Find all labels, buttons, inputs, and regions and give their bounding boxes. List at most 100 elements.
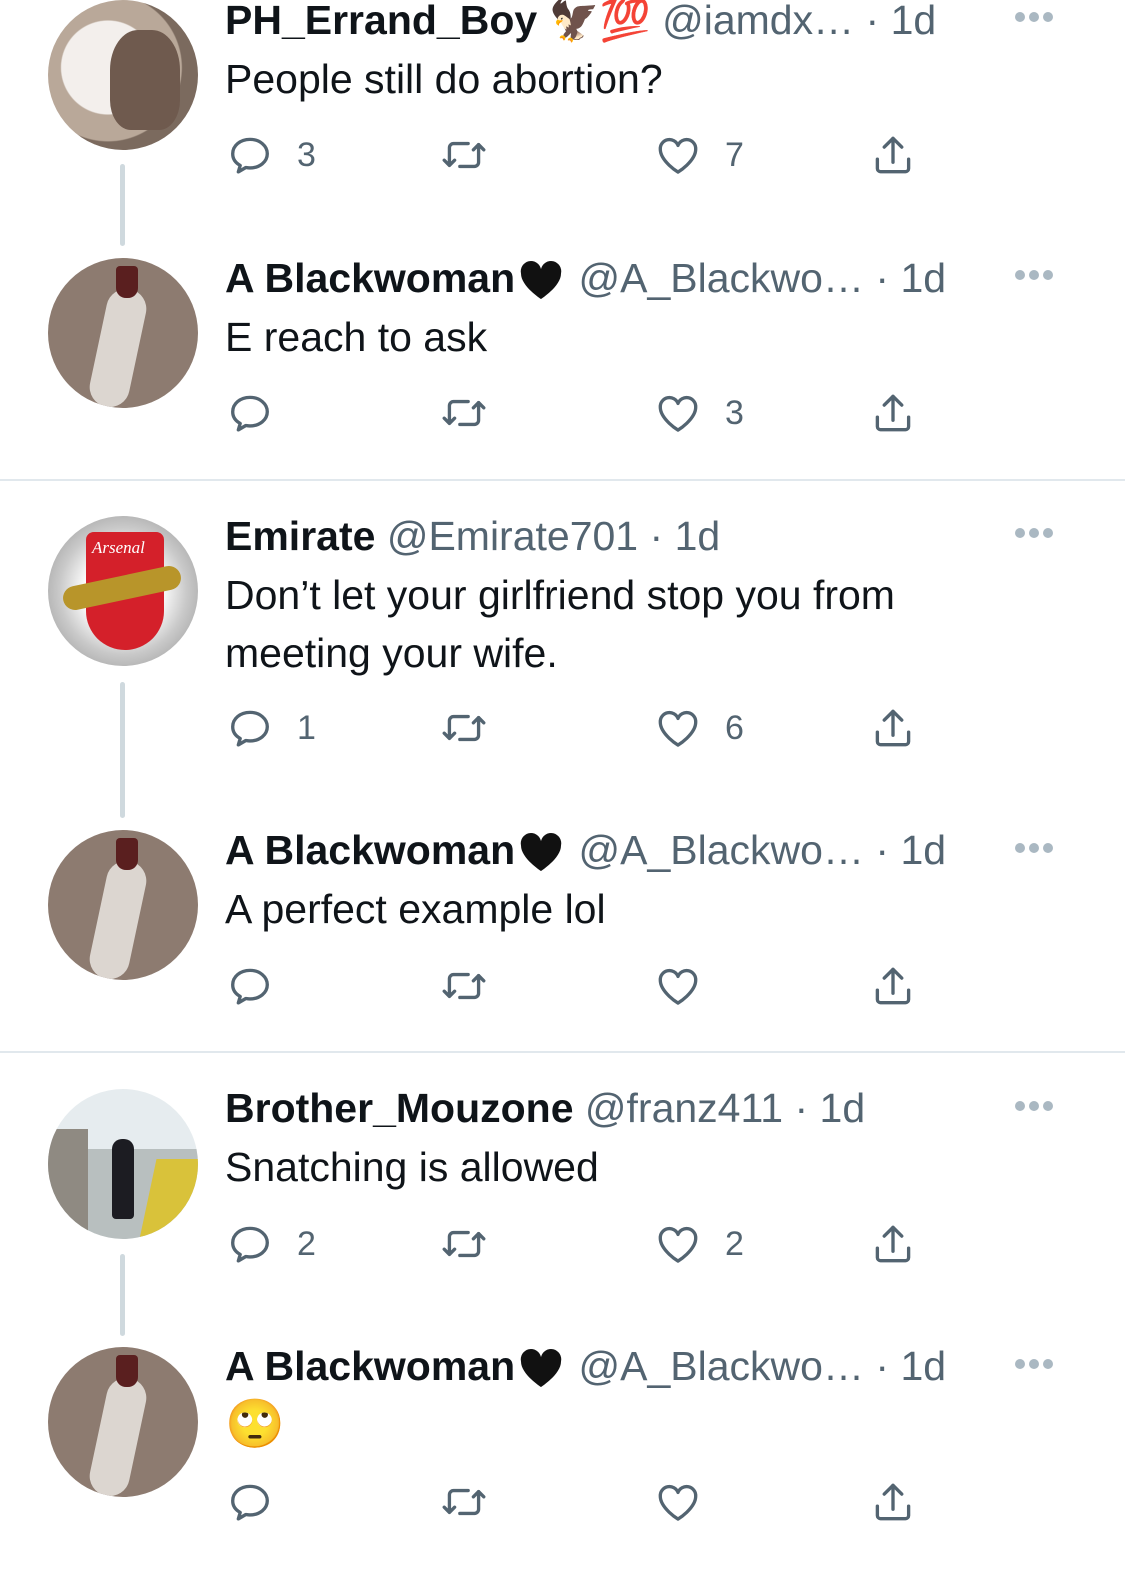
user-handle[interactable]: @Emirate701 xyxy=(387,513,638,559)
action-bar xyxy=(225,1477,945,1527)
user-handle[interactable]: @A_Blackwo… xyxy=(579,1343,864,1389)
share-icon xyxy=(868,130,918,180)
reply-icon xyxy=(225,1477,275,1527)
like-button[interactable]: 6 xyxy=(653,703,744,753)
retweet-icon xyxy=(439,388,489,438)
action-bar xyxy=(225,961,945,1011)
retweet-button[interactable] xyxy=(439,1477,511,1527)
like-button[interactable]: 7 xyxy=(653,130,744,180)
share-button[interactable] xyxy=(868,1477,918,1527)
retweet-button[interactable] xyxy=(439,388,511,438)
name-emoji: 🦅💯 xyxy=(548,0,651,43)
user-name[interactable]: PH_Errand_Boy xyxy=(225,0,537,43)
like-button[interactable] xyxy=(653,1477,725,1527)
share-button[interactable] xyxy=(868,961,918,1011)
retweet-button[interactable] xyxy=(439,703,511,753)
share-icon xyxy=(868,703,918,753)
tweet-text: Don’t let your girlfriend stop you from … xyxy=(225,572,895,676)
timestamp[interactable]: 1d xyxy=(900,1343,946,1389)
retweet-icon xyxy=(439,1477,489,1527)
reply-icon xyxy=(225,961,275,1011)
reply-button[interactable] xyxy=(225,1477,297,1527)
reply-count: 3 xyxy=(297,135,316,174)
reply-button[interactable]: 1 xyxy=(225,703,316,753)
share-button[interactable] xyxy=(868,1219,918,1269)
divider xyxy=(0,1051,1125,1053)
black-heart-icon xyxy=(515,829,567,876)
retweet-icon xyxy=(439,1219,489,1269)
reply-button[interactable]: 2 xyxy=(225,1219,316,1269)
avatar[interactable]: Arsenal xyxy=(48,516,198,666)
user-name[interactable]: Emirate xyxy=(225,513,375,559)
timestamp[interactable]: 1d xyxy=(891,0,937,43)
share-icon xyxy=(868,1477,918,1527)
user-handle[interactable]: @franz411 xyxy=(585,1085,783,1131)
black-heart-icon xyxy=(515,1345,567,1392)
timestamp[interactable]: 1d xyxy=(675,513,721,559)
reply-icon xyxy=(225,703,275,753)
like-count: 6 xyxy=(725,708,744,747)
more-options-icon[interactable] xyxy=(1015,12,1055,24)
tweet-header: A Blackwoman @A_Blackwo… · 1d xyxy=(225,1340,995,1392)
reply-count: 2 xyxy=(297,1224,316,1263)
avatar[interactable] xyxy=(48,830,198,980)
reply-icon xyxy=(225,388,275,438)
tweet-text: 🙄 xyxy=(225,1398,285,1451)
tweet-text: A perfect example lol xyxy=(225,886,606,932)
like-button[interactable]: 2 xyxy=(653,1219,744,1269)
divider xyxy=(0,479,1125,481)
user-name[interactable]: A Blackwoman xyxy=(225,827,515,873)
action-bar: 1 6 xyxy=(225,703,945,753)
thread-line xyxy=(120,164,125,246)
share-icon xyxy=(868,1219,918,1269)
user-name[interactable]: Brother_Mouzone xyxy=(225,1085,574,1131)
reply-button[interactable] xyxy=(225,961,297,1011)
user-name[interactable]: A Blackwoman xyxy=(225,255,515,301)
retweet-button[interactable] xyxy=(439,1219,511,1269)
more-options-icon[interactable] xyxy=(1015,1101,1055,1113)
separator-dot: · xyxy=(649,513,664,559)
timestamp[interactable]: 1d xyxy=(900,255,946,301)
like-icon xyxy=(653,388,703,438)
user-handle[interactable]: @A_Blackwo… xyxy=(579,827,864,873)
retweet-icon xyxy=(439,130,489,180)
reply-button[interactable] xyxy=(225,388,297,438)
tweet-header: PH_Errand_Boy 🦅💯 @iamdx… · 1d xyxy=(225,0,995,46)
share-button[interactable] xyxy=(868,388,918,438)
retweet-button[interactable] xyxy=(439,130,511,180)
like-count: 3 xyxy=(725,393,744,432)
avatar[interactable] xyxy=(48,258,198,408)
more-options-icon[interactable] xyxy=(1015,843,1055,855)
tweet-text: Snatching is allowed xyxy=(225,1144,599,1190)
timestamp[interactable]: 1d xyxy=(820,1085,866,1131)
share-button[interactable] xyxy=(868,130,918,180)
timestamp[interactable]: 1d xyxy=(900,827,946,873)
share-icon xyxy=(868,961,918,1011)
more-options-icon[interactable] xyxy=(1015,1359,1055,1371)
like-button[interactable] xyxy=(653,961,725,1011)
share-button[interactable] xyxy=(868,703,918,753)
avatar[interactable] xyxy=(48,1347,198,1497)
thread-line xyxy=(120,682,125,818)
tweet-header: Brother_Mouzone @franz411 · 1d xyxy=(225,1082,995,1134)
user-name[interactable]: A Blackwoman xyxy=(225,1343,515,1389)
avatar[interactable] xyxy=(48,0,198,150)
retweet-button[interactable] xyxy=(439,961,511,1011)
like-icon xyxy=(653,130,703,180)
more-options-icon[interactable] xyxy=(1015,270,1055,282)
avatar[interactable] xyxy=(48,1089,198,1239)
avatar-logo-text: Arsenal xyxy=(92,538,145,557)
like-icon xyxy=(653,703,703,753)
more-options-icon[interactable] xyxy=(1015,528,1055,540)
separator-dot: · xyxy=(794,1085,809,1131)
user-handle[interactable]: @iamdx… xyxy=(662,0,854,43)
user-handle[interactable]: @A_Blackwo… xyxy=(579,255,864,301)
like-count: 7 xyxy=(725,135,744,174)
like-button[interactable]: 3 xyxy=(653,388,744,438)
reply-icon xyxy=(225,130,275,180)
like-icon xyxy=(653,961,703,1011)
separator-dot: · xyxy=(875,827,890,873)
separator-dot: · xyxy=(875,1343,890,1389)
reply-button[interactable]: 3 xyxy=(225,130,316,180)
separator-dot: · xyxy=(875,255,890,301)
